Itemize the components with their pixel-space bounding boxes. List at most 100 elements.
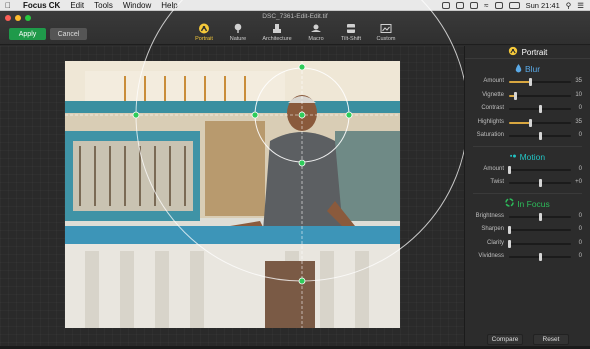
menu-bar:  Focus CK Edit Tools Window Help ≈ Sun … (0, 0, 590, 11)
preset-nature-label: Nature (229, 36, 247, 42)
compare-button[interactable]: Compare (487, 334, 523, 345)
motion-slider-handle[interactable] (507, 165, 511, 174)
portrait-icon (198, 23, 210, 34)
preset-custom[interactable]: Custom (364, 23, 408, 42)
menu-help[interactable]: Help (161, 1, 177, 10)
menu-app-name[interactable]: Focus CK (23, 1, 60, 10)
infocus-slider-value: 0 (578, 253, 582, 259)
infocus-slider-handle[interactable] (538, 212, 542, 221)
cancel-button[interactable]: Cancel (50, 28, 87, 40)
blur-slider-value: 0 (578, 105, 582, 111)
blur-slider-track[interactable] (509, 132, 571, 140)
status-icon-1[interactable] (442, 2, 451, 9)
blur-slider-row: Saturation 0 (465, 129, 590, 143)
infocus-slider-handle[interactable] (538, 253, 542, 261)
menu-edit[interactable]: Edit (70, 1, 84, 10)
motion-slider-track[interactable] (507, 165, 571, 174)
blur-slider-value: 10 (575, 91, 582, 98)
motion-title: Motion (519, 151, 546, 162)
nature-icon (232, 23, 244, 34)
motion-slider-track[interactable] (509, 179, 571, 187)
blur-slider-row: Highlights 35 (465, 116, 590, 130)
infocus-slider-row: Brightness 0 (465, 210, 590, 224)
motion-slider-row: Twist +0 (465, 176, 590, 190)
status-icon-2[interactable] (456, 2, 465, 9)
infocus-section-title: In Focus (465, 198, 590, 210)
blur-slider-track[interactable] (509, 91, 571, 100)
motion-slider-label: Twist (490, 179, 504, 185)
infocus-slider-row: Vividness 0 (465, 250, 590, 264)
blur-slider-label: Contrast (481, 105, 504, 111)
blur-section-title: Blur (465, 63, 590, 75)
infocus-title: In Focus (517, 198, 550, 209)
menu-tools[interactable]: Tools (94, 1, 113, 10)
preset-nature[interactable]: Nature (216, 23, 260, 42)
blur-slider-label: Highlights (477, 118, 504, 125)
blur-slider-label: Vignette (482, 91, 504, 98)
infocus-slider-handle[interactable] (507, 239, 511, 248)
blur-slider-fill (509, 81, 531, 83)
divider (473, 145, 582, 147)
custom-icon (380, 23, 392, 34)
document-title: DSC_7361-Edit-Edit.tif (262, 13, 328, 20)
battery-icon[interactable] (508, 2, 520, 9)
blur-slider-row: Amount 35 (465, 75, 590, 89)
blur-drop-icon (515, 63, 522, 75)
infocus-slider-label: Sharpen (481, 226, 504, 232)
infocus-slider-track[interactable] (507, 226, 571, 234)
preset-architecture-label: Architecture (262, 36, 292, 42)
clock[interactable]: Sun 21:41 (526, 1, 560, 10)
infocus-slider-track[interactable] (509, 212, 571, 221)
panel-title: Portrait (521, 47, 548, 57)
infocus-slider-row: Sharpen 0 (465, 223, 590, 237)
panel-header: Portrait (465, 46, 590, 59)
volume-icon[interactable] (494, 2, 503, 9)
blur-slider-handle[interactable] (538, 132, 542, 140)
infocus-slider-label: Brightness (475, 212, 504, 219)
infocus-slider-track[interactable] (507, 239, 571, 248)
motion-slider-handle[interactable] (538, 179, 542, 187)
apply-button[interactable]: Apply (9, 28, 46, 40)
reset-button[interactable]: Reset (533, 334, 569, 345)
divider (473, 192, 582, 194)
blur-slider-value: 35 (575, 118, 582, 125)
blur-slider-handle[interactable] (538, 105, 542, 113)
blur-slider-handle[interactable] (529, 78, 533, 86)
adjustments-panel: Portrait Blur Amount 35 Vignette 10 Contrast… (464, 46, 590, 349)
menu-list-icon[interactable]: ☰ (577, 1, 584, 10)
blur-slider-row: Vignette 10 (465, 89, 590, 103)
blur-slider-row: Contrast 0 (465, 102, 590, 116)
blur-title: Blur (524, 64, 541, 74)
architecture-icon (271, 23, 283, 34)
search-icon[interactable]: ⚲ (566, 1, 572, 10)
infocus-slider-handle[interactable] (507, 226, 511, 234)
blur-slider-track[interactable] (509, 118, 571, 127)
macro-icon (310, 23, 322, 34)
infocus-slider-track[interactable] (509, 253, 571, 261)
motion-slider-value: +0 (575, 179, 582, 185)
blur-slider-value: 0 (578, 132, 582, 138)
status-icon-3[interactable] (470, 2, 479, 9)
motion-slider-value: 0 (578, 165, 582, 172)
blur-slider-handle[interactable] (529, 118, 533, 127)
infocus-slider-row: Clarity 0 (465, 237, 590, 251)
photo-preview[interactable] (65, 61, 400, 328)
motion-slider-label: Amount (483, 165, 504, 172)
portrait-icon (508, 46, 518, 58)
infocus-slider-value: 0 (578, 212, 582, 219)
infocus-slider-value: 0 (578, 226, 582, 232)
menu-window[interactable]: Window (123, 1, 151, 10)
preset-custom-label: Custom (376, 36, 396, 42)
preset-architecture[interactable]: Architecture (255, 23, 299, 42)
blur-slider-label: Amount (483, 78, 504, 84)
wifi-icon[interactable]: ≈ (484, 1, 488, 10)
blur-slider-value: 35 (575, 78, 582, 84)
blur-slider-label: Saturation (476, 132, 504, 138)
apple-icon[interactable]:  (5, 1, 15, 10)
blur-slider-track[interactable] (509, 78, 571, 86)
toolbar: DSC_7361-Edit-Edit.tif Apply Cancel Port… (0, 11, 590, 45)
tilt-shift-icon (345, 23, 357, 34)
blur-slider-handle[interactable] (513, 91, 517, 100)
blur-slider-track[interactable] (509, 105, 571, 113)
in-focus-icon (505, 198, 514, 209)
